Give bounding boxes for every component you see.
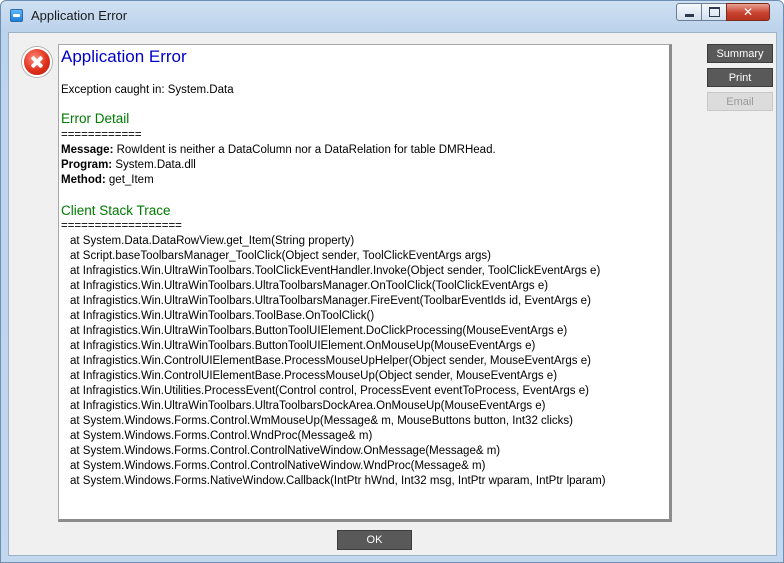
method-label: Method:	[61, 174, 106, 186]
error-icon	[22, 47, 52, 77]
message-label: Message:	[61, 144, 114, 156]
stack-line: at Script.baseToolbarsManager_ToolClick(…	[70, 250, 492, 262]
message-row: Message: RowIdent is neither a DataColum…	[61, 144, 496, 156]
program-value: System.Data.dll	[112, 159, 196, 171]
stack-line: at Infragistics.Win.Utilities.ProcessEve…	[70, 385, 589, 397]
error-detail-rule: ============	[61, 129, 142, 141]
stack-line: at Infragistics.Win.UltraWinToolbars.But…	[70, 340, 536, 352]
stack-line: at System.Windows.Forms.Control.ControlN…	[70, 460, 486, 472]
message-value: RowIdent is neither a DataColumn nor a D…	[113, 144, 496, 156]
stack-line: at Infragistics.Win.UltraWinToolbars.Ult…	[70, 400, 546, 412]
stack-line: at Infragistics.Win.UltraWinToolbars.Too…	[70, 265, 601, 277]
stack-trace-heading: Client Stack Trace	[61, 203, 171, 218]
stack-line: at System.Windows.Forms.Control.WmMouseU…	[70, 415, 573, 427]
program-label: Program:	[61, 159, 113, 171]
close-button[interactable]: ✕	[726, 3, 770, 21]
title-bar[interactable]: Application Error ✕	[1, 1, 783, 31]
stack-trace-rule: ==================	[61, 220, 182, 232]
stack-line: at System.Data.DataRowView.get_Item(Stri…	[70, 235, 355, 247]
stack-line: at Infragistics.Win.UltraWinToolbars.Too…	[70, 310, 375, 322]
window-title: Application Error	[31, 8, 128, 23]
stack-line: at Infragistics.Win.UltraWinToolbars.Ult…	[70, 280, 549, 292]
stack-line: at Infragistics.Win.UltraWinToolbars.But…	[70, 325, 568, 337]
error-report-panel[interactable]: Application Error Exception caught in: S…	[58, 44, 672, 522]
method-row: Method: get_Item	[61, 174, 154, 186]
app-window-icon	[10, 9, 23, 22]
stack-line: at System.Windows.Forms.Control.WndProc(…	[70, 430, 373, 442]
program-row: Program: System.Data.dll	[61, 159, 196, 171]
ok-button[interactable]: OK	[337, 530, 412, 550]
stack-line: at System.Windows.Forms.Control.ControlN…	[70, 445, 501, 457]
print-button[interactable]: Print	[707, 68, 773, 87]
stack-line: at Infragistics.Win.ControlUIElementBase…	[70, 355, 591, 367]
exception-line: Exception caught in: System.Data	[61, 84, 234, 96]
method-value: get_Item	[105, 174, 154, 186]
report-title: Application Error	[61, 47, 187, 66]
stack-line: at System.Windows.Forms.NativeWindow.Cal…	[70, 475, 606, 487]
minimize-button[interactable]	[676, 3, 702, 21]
maximize-button[interactable]	[701, 3, 727, 21]
summary-button[interactable]: Summary	[707, 44, 773, 63]
application-error-window: Application Error ✕ Application Error Ex…	[0, 0, 784, 563]
error-detail-heading: Error Detail	[61, 111, 130, 126]
email-button[interactable]: Email	[707, 92, 773, 111]
stack-line: at Infragistics.Win.UltraWinToolbars.Ult…	[70, 295, 591, 307]
stack-line: at Infragistics.Win.ControlUIElementBase…	[70, 370, 558, 382]
close-icon: ✕	[742, 5, 754, 19]
dialog-client-area: Application Error Exception caught in: S…	[8, 32, 777, 556]
